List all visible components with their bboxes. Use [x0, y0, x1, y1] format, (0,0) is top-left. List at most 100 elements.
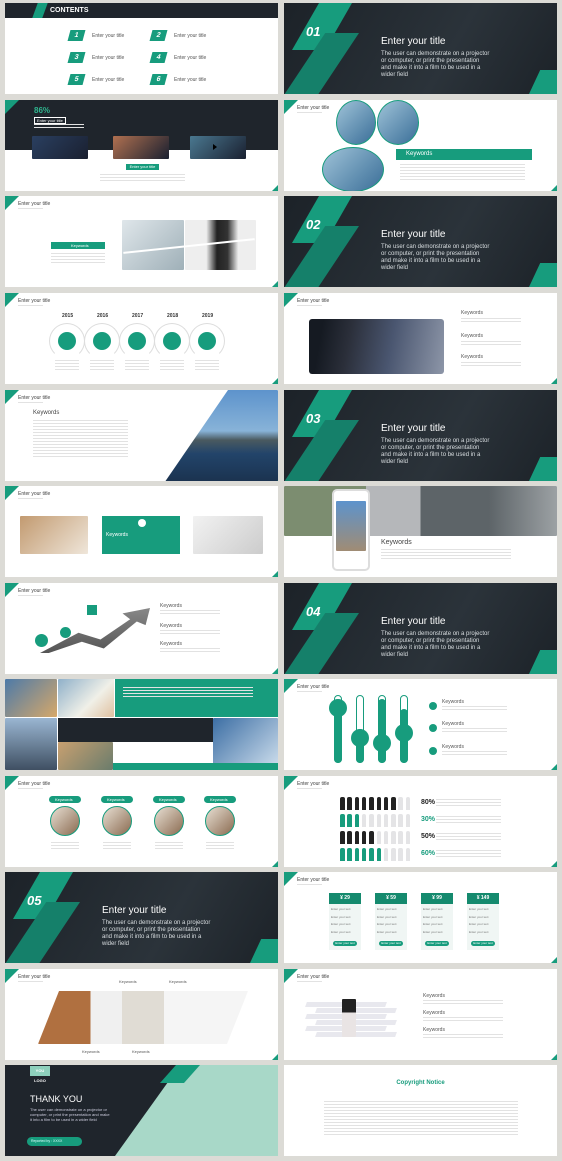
play-icon	[213, 144, 217, 150]
keywords-photo-slide[interactable]: Enter your title Keywords	[5, 196, 278, 287]
circles-keywords-slide[interactable]: Enter your title Keywords Keywords Keywords…	[5, 776, 278, 867]
keyword-label: Keywords	[160, 623, 182, 629]
timeline-slide[interactable]: Enter your title 2015 2016 2017 2018 2019	[5, 293, 278, 384]
text-line	[55, 360, 79, 361]
price-button[interactable]: Enter your text	[425, 941, 449, 946]
section-slide-04[interactable]: 04 Enter your title The user can demonstra…	[284, 583, 557, 674]
text-line	[125, 360, 149, 361]
text-line	[51, 256, 105, 257]
photo-collage-slide[interactable]	[5, 679, 278, 770]
text-line	[160, 648, 220, 649]
growth-arrow-slide[interactable]: Enter your title Keywords Keywords Keywords	[5, 583, 278, 674]
text-line	[33, 438, 128, 439]
person-icon	[398, 797, 403, 810]
reporter-pill: Reported by : XXXX	[27, 1137, 82, 1146]
keyword-label: Keywords	[442, 744, 464, 750]
woman-strips-slide[interactable]: Enter your title Keywords Keywords Keywords	[284, 969, 557, 1060]
contents-item-label[interactable]: Enter your title	[174, 33, 206, 39]
keywords-circles-slide[interactable]: Enter your title Keywords	[284, 100, 557, 191]
person-icon	[376, 797, 381, 810]
text-line	[324, 1128, 518, 1129]
enter-title-button[interactable]: Enter your title	[126, 164, 159, 170]
text-line	[160, 613, 220, 614]
text-line	[324, 1119, 518, 1120]
text-line	[90, 363, 114, 364]
text-line	[33, 444, 128, 445]
corner-accent	[551, 1054, 557, 1060]
text-line	[155, 845, 183, 846]
people-chart-slide[interactable]: Enter your title 80% 30% 50% 60%	[284, 776, 557, 867]
price-row: Enter your text	[331, 907, 351, 911]
photo-keyword-box-slide[interactable]: Enter your title Keywords	[5, 486, 278, 577]
price-button[interactable]: Enter your text	[471, 941, 495, 946]
pricing-slide[interactable]: Enter your title ¥ 29 Enter your text Enter…	[284, 872, 557, 963]
subtitle-line	[18, 305, 43, 306]
contents-number: 5	[67, 74, 86, 85]
price-button[interactable]: Enter your text	[379, 941, 403, 946]
text-line	[461, 318, 521, 319]
person-icon	[391, 797, 396, 810]
slide-title: Enter your title	[18, 974, 51, 980]
collage-photo-1	[5, 679, 57, 717]
keyword-label: Keywords	[423, 1027, 445, 1033]
keyword-label: Keywords	[461, 310, 483, 316]
person-icon	[405, 848, 411, 861]
person-icon	[369, 797, 374, 810]
price-button[interactable]: Enter your text	[333, 941, 357, 946]
sliders-slide[interactable]: Enter your title Keywords Keywords Keywords	[284, 679, 557, 770]
person-icon	[391, 814, 396, 827]
contents-item-label[interactable]: Enter your title	[92, 77, 124, 83]
contents-number: 2	[149, 30, 168, 41]
text-line	[423, 1017, 503, 1018]
desk-photo	[20, 516, 88, 554]
section-slide-03[interactable]: 03 Enter your title The user can demonstra…	[284, 390, 557, 481]
camera-icon	[60, 627, 71, 638]
woman-photo	[342, 999, 356, 1037]
text-line	[423, 1034, 503, 1035]
section-title: Enter your title	[102, 905, 167, 916]
circle-photo	[205, 806, 235, 836]
phone-buildings-slide[interactable]: Keywords	[284, 486, 557, 577]
corner-accent	[284, 776, 298, 790]
stat-slide[interactable]: 86% Enter your title Enter your title	[5, 100, 278, 191]
section-slide-02[interactable]: 02 Enter your title The user can demonstra…	[284, 196, 557, 287]
slide-title: Enter your title	[18, 395, 51, 401]
photo-strip-slide[interactable]: Enter your title Keywords Keywords Keywords…	[5, 969, 278, 1060]
text-line	[461, 344, 521, 345]
text-line	[195, 360, 219, 361]
stationery-photo	[193, 516, 263, 554]
price-row: Enter your text	[331, 922, 351, 926]
copyright-slide[interactable]: Copyright Notice	[284, 1065, 557, 1156]
price-row: Enter your text	[331, 914, 351, 919]
text-line	[324, 1131, 518, 1132]
section-slide-05[interactable]: 05 Enter your title The user can demonstra…	[5, 872, 278, 963]
timeline-icon	[128, 332, 146, 350]
corner-accent	[551, 861, 557, 867]
slide-title: Enter your title	[18, 201, 51, 207]
contents-item-label[interactable]: Enter your title	[174, 77, 206, 83]
section-slide-01[interactable]: 01 Enter your title The user can demonstra…	[284, 3, 557, 94]
corner-accent	[5, 196, 19, 210]
contents-header: CONTENTS	[50, 7, 89, 14]
person-icon	[405, 797, 411, 810]
contents-number: 6	[149, 74, 168, 85]
section-title: Enter your title	[381, 423, 446, 434]
photo-keywords-slide[interactable]: Enter your title Keywords Keywords Keywords	[284, 293, 557, 384]
text-line	[381, 552, 511, 553]
corner-accent	[272, 668, 278, 674]
text-line	[90, 366, 114, 367]
percent-label: 30%	[421, 816, 436, 823]
contents-slide[interactable]: CONTENTS 1 Enter your title 2 Enter your tit…	[5, 3, 278, 94]
text-line	[103, 842, 131, 843]
keyword-pill-label: Keywords	[107, 797, 125, 802]
text-line	[324, 1116, 518, 1117]
contents-item-label[interactable]: Enter your title	[174, 55, 206, 61]
phone-screen-photo	[336, 501, 366, 551]
person-icon	[405, 831, 411, 844]
corner-accent	[5, 486, 19, 500]
contents-item-label[interactable]: Enter your title	[92, 33, 124, 39]
contents-item-label[interactable]: Enter your title	[92, 55, 124, 61]
contents-number: 4	[149, 52, 168, 63]
keywords-city-slide[interactable]: Enter your title Keywords	[5, 390, 278, 481]
thank-you-slide[interactable]: YOU LOGO THANK YOU The user can demonstrat…	[5, 1065, 278, 1156]
